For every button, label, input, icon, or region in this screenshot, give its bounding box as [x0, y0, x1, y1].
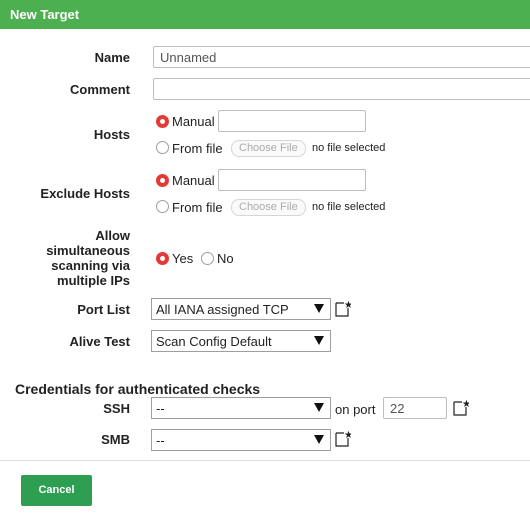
- ssh-credential-select[interactable]: --: [151, 397, 331, 419]
- new-smb-credential-icon[interactable]: ★: [335, 429, 351, 447]
- exclude-hosts-manual-radio[interactable]: [156, 174, 169, 187]
- comment-input[interactable]: [153, 78, 530, 100]
- allow-no-label: No: [217, 251, 234, 266]
- svg-text:★: ★: [462, 399, 469, 410]
- hosts-label: Hosts: [93, 127, 130, 142]
- svg-text:★: ★: [344, 430, 351, 441]
- ssh-port-label: on port: [335, 402, 376, 417]
- cancel-button[interactable]: Cancel: [21, 475, 92, 506]
- dialog-title: New Target: [0, 0, 530, 29]
- port-list-label: Port List: [77, 302, 130, 317]
- hosts-manual-radio[interactable]: [156, 115, 169, 128]
- allow-no-radio[interactable]: [201, 252, 214, 265]
- comment-label: Comment: [70, 82, 130, 97]
- exclude-hosts-manual-label: Manual: [172, 173, 215, 188]
- port-list-select[interactable]: All IANA assigned TCP: [151, 298, 331, 320]
- chevron-down-icon: [314, 403, 324, 412]
- ssh-credential-value: --: [156, 401, 165, 416]
- smb-label: SMB: [101, 432, 130, 447]
- hosts-manual-label: Manual: [172, 114, 215, 129]
- exclude-hosts-manual-input[interactable]: [218, 169, 366, 191]
- new-ssh-credential-icon[interactable]: ★: [453, 398, 469, 416]
- exclude-hosts-choose-file-button[interactable]: Choose File: [231, 199, 306, 216]
- exclude-hosts-file-label: From file: [172, 200, 223, 215]
- hosts-file-label: From file: [172, 141, 223, 156]
- allow-simultaneous-label-line: scanning via: [51, 258, 130, 273]
- allow-simultaneous-label-line: simultaneous: [46, 243, 130, 258]
- exclude-hosts-file-radio[interactable]: [156, 200, 169, 213]
- name-input[interactable]: [153, 46, 530, 68]
- ssh-port-input[interactable]: [383, 397, 447, 419]
- port-list-value: All IANA assigned TCP: [156, 302, 289, 317]
- footer-divider: [0, 460, 530, 461]
- chevron-down-icon: [314, 336, 324, 345]
- allow-yes-label: Yes: [172, 251, 194, 266]
- hosts-file-radio[interactable]: [156, 141, 169, 154]
- hosts-manual-input[interactable]: [218, 110, 366, 132]
- alive-test-select[interactable]: Scan Config Default: [151, 330, 331, 352]
- name-label: Name: [94, 50, 130, 65]
- ssh-label: SSH: [103, 401, 130, 416]
- smb-credential-select[interactable]: --: [151, 429, 331, 451]
- chevron-down-icon: [314, 304, 324, 313]
- credentials-heading: Credentials for authenticated checks: [15, 381, 261, 397]
- new-port-list-icon[interactable]: ★: [335, 299, 351, 317]
- exclude-hosts-label: Exclude Hosts: [40, 186, 130, 201]
- hosts-file-status: no file selected: [312, 142, 386, 154]
- allow-simultaneous-label: Allow simultaneous scanning via multiple…: [20, 228, 130, 288]
- alive-test-value: Scan Config Default: [156, 334, 272, 349]
- svg-text:★: ★: [344, 300, 351, 311]
- exclude-hosts-file-status: no file selected: [312, 201, 386, 213]
- alive-test-label: Alive Test: [69, 334, 130, 349]
- hosts-choose-file-button[interactable]: Choose File: [231, 140, 306, 157]
- allow-yes-radio[interactable]: [156, 252, 169, 265]
- allow-simultaneous-label-line: multiple IPs: [57, 273, 130, 288]
- chevron-down-icon: [314, 435, 324, 444]
- smb-credential-value: --: [156, 433, 165, 448]
- allow-simultaneous-label-line: Allow: [95, 228, 130, 243]
